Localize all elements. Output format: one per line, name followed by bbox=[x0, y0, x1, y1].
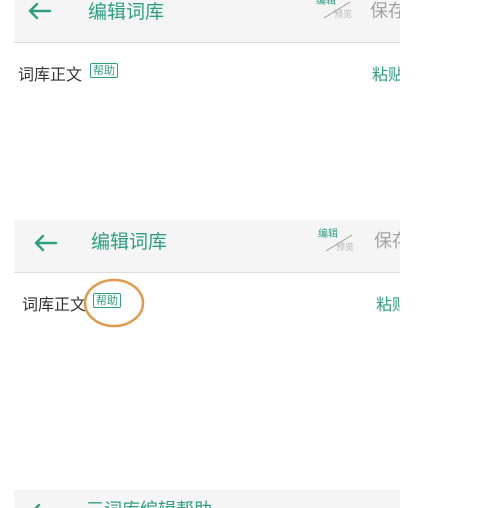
help-tag-button[interactable]: 帮助 bbox=[90, 63, 118, 78]
save-button[interactable]: 保存 bbox=[374, 231, 400, 253]
dictionary-body-label: 词库正文 bbox=[18, 65, 83, 84]
top-bar: 编辑词库 编辑 预览 保存 bbox=[14, 0, 400, 43]
toggle-edit-label: 编辑 bbox=[316, 0, 336, 7]
top-bar: 编辑词库 编辑 预览 保存 bbox=[14, 220, 400, 273]
page-title: 编辑词库 bbox=[88, 1, 165, 23]
save-button[interactable]: 保存 bbox=[370, 1, 400, 23]
dictionary-body-label: 词库正文 bbox=[22, 295, 87, 314]
back-arrow-icon[interactable] bbox=[26, 1, 52, 21]
edit-preview-toggle[interactable]: 编辑 预览 bbox=[318, 229, 360, 259]
back-arrow-icon[interactable] bbox=[28, 502, 54, 508]
toggle-preview-label: 预览 bbox=[336, 243, 355, 253]
highlight-circle-annotation bbox=[83, 278, 145, 328]
page-title: 三词库编辑帮助 bbox=[86, 500, 212, 508]
edit-preview-toggle[interactable]: 编辑 预览 bbox=[316, 0, 358, 26]
toggle-edit-label: 编辑 bbox=[318, 229, 338, 240]
top-bar: 三词库编辑帮助 bbox=[14, 490, 400, 508]
dictionary-help-screen-3: 三词库编辑帮助 bbox=[14, 490, 400, 508]
page-title: 编辑词库 bbox=[91, 231, 168, 253]
paste-button[interactable]: 粘贴 bbox=[372, 61, 400, 85]
toggle-preview-label: 预览 bbox=[334, 10, 353, 20]
paste-button[interactable]: 粘贴 bbox=[376, 291, 400, 315]
back-arrow-icon[interactable] bbox=[32, 233, 58, 253]
edit-dictionary-screen-2: 编辑词库 编辑 预览 保存 词库正文 帮助 粘贴 bbox=[14, 220, 400, 420]
edit-dictionary-screen-1: 编辑词库 编辑 预览 保存 词库正文 帮助 粘贴 bbox=[14, 0, 400, 129]
